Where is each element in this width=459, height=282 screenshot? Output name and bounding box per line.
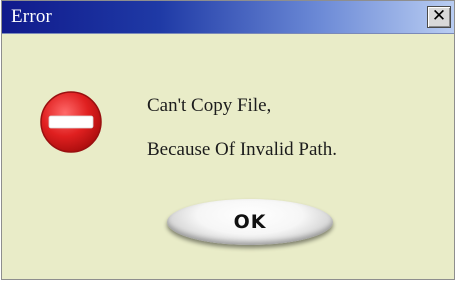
close-icon: ✕ xyxy=(431,6,447,26)
close-button[interactable]: ✕ xyxy=(427,6,451,28)
error-dialog: Error ✕ Can't Copy File, Because Of Inva… xyxy=(1,0,455,280)
message-line-2: Because Of Invalid Path. xyxy=(147,139,337,160)
message-line-1: Can't Copy File, xyxy=(147,95,272,116)
ok-button-label: OK xyxy=(233,211,267,233)
title-bar[interactable]: Error ✕ xyxy=(2,1,454,34)
error-stop-icon xyxy=(40,91,102,153)
dialog-title: Error xyxy=(11,6,53,27)
ok-button[interactable]: OK xyxy=(167,199,333,245)
